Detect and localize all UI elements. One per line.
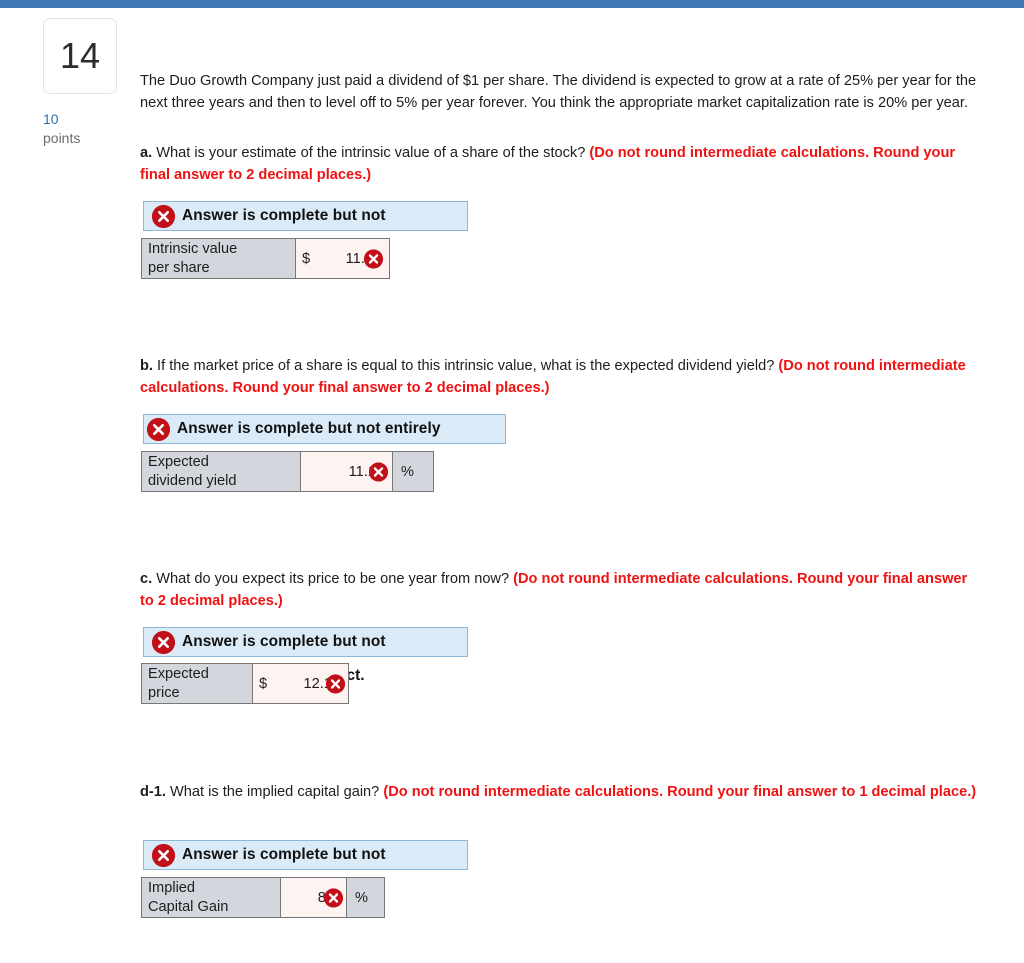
part-a-status-text: Answer is complete but not bbox=[182, 207, 386, 224]
currency-prefix: $ bbox=[259, 675, 268, 692]
error-circle-x-icon bbox=[152, 204, 175, 228]
part-c-status-text: Answer is complete but not bbox=[182, 633, 386, 650]
part-c-label: c. bbox=[140, 571, 153, 587]
part-a-answer-row: Intrinsic value per share $ 11.17 bbox=[141, 238, 390, 279]
part-b-unit-text: % bbox=[401, 463, 414, 480]
part-b-label: b. bbox=[140, 358, 153, 374]
part-d1-row-label: Implied Capital Gain bbox=[141, 877, 281, 918]
part-a-prompt: a. What is your estimate of the intrinsi… bbox=[140, 143, 980, 187]
part-c-label-line1: Expected bbox=[148, 665, 209, 682]
question-number-box: 14 bbox=[43, 18, 117, 94]
error-circle-x-icon bbox=[152, 630, 175, 654]
error-circle-x-icon bbox=[147, 417, 170, 441]
part-c-answer-input[interactable]: $ 12.15 bbox=[253, 663, 349, 704]
points-label: points bbox=[43, 129, 81, 146]
part-d1-question: What is the implied capital gain? bbox=[165, 784, 384, 800]
part-c-prompt: c. What do you expect its price to be on… bbox=[140, 569, 980, 613]
top-accent-bar bbox=[0, 0, 1024, 8]
part-b-question: If the market price of a share is equal … bbox=[152, 358, 779, 374]
error-circle-x-icon bbox=[364, 249, 383, 268]
part-a-label: a. bbox=[140, 145, 153, 161]
part-d1-status-text: Answer is complete but not bbox=[182, 846, 386, 863]
question-number: 14 bbox=[59, 35, 101, 76]
part-b-answer-row: Expected dividend yield 11.19 % bbox=[141, 451, 434, 492]
part-a-row-label: Intrinsic value per share bbox=[141, 238, 296, 279]
part-b-unit: % bbox=[393, 451, 434, 492]
part-d1-answer-row: Implied Capital Gain 8.8 % bbox=[141, 877, 385, 918]
error-circle-x-icon bbox=[152, 843, 175, 867]
part-d1-unit: % bbox=[347, 877, 385, 918]
part-a-status-banner: Answer is complete but not bbox=[143, 201, 468, 231]
part-d1-label: d-1. bbox=[140, 784, 166, 800]
part-b-label-line2: dividend yield bbox=[148, 472, 237, 489]
part-b-answer-input[interactable]: 11.19 bbox=[301, 451, 393, 492]
part-d1-prompt: d-1. What is the implied capital gain? (… bbox=[140, 782, 980, 804]
part-c-answer-row: Expected price $ 12.15 bbox=[141, 663, 349, 704]
part-d1-answer-input[interactable]: 8.8 bbox=[281, 877, 347, 918]
part-a-label-line2: per share bbox=[148, 259, 210, 276]
part-d1-label-line1: Implied bbox=[148, 879, 196, 896]
question-gutter: 14 10 points bbox=[43, 18, 133, 148]
part-a-label-line1: Intrinsic value bbox=[148, 240, 238, 257]
error-circle-x-icon bbox=[369, 462, 388, 481]
part-d1-status-banner: Answer is complete but not bbox=[143, 840, 468, 870]
part-b-label-line1: Expected bbox=[148, 453, 209, 470]
part-d1-instruction: (Do not round intermediate calculations.… bbox=[383, 784, 977, 800]
part-a-question: What is your estimate of the intrinsic v… bbox=[152, 145, 590, 161]
part-c-label-line2: price bbox=[148, 684, 180, 701]
error-circle-x-icon bbox=[326, 674, 345, 693]
currency-prefix: $ bbox=[302, 250, 311, 267]
part-c-row-label: Expected price bbox=[141, 663, 253, 704]
question-stem: The Duo Growth Company just paid a divid… bbox=[140, 73, 977, 112]
part-b-prompt: b. If the market price of a share is equ… bbox=[140, 356, 980, 400]
part-a-answer-input[interactable]: $ 11.17 bbox=[296, 238, 390, 279]
part-c-status-banner: Answer is complete but not bbox=[143, 627, 468, 657]
part-d1-unit-text: % bbox=[355, 889, 368, 906]
part-d1-label-line2: Capital Gain bbox=[148, 898, 229, 915]
part-c-question: What do you expect its price to be one y… bbox=[152, 571, 514, 587]
part-b-status-text: Answer is complete but not entirely bbox=[177, 420, 441, 437]
error-circle-x-icon bbox=[324, 888, 343, 907]
part-b-status-banner: Answer is complete but not entirely bbox=[143, 414, 506, 444]
points-value: 10 bbox=[43, 111, 59, 127]
part-b-row-label: Expected dividend yield bbox=[141, 451, 301, 492]
